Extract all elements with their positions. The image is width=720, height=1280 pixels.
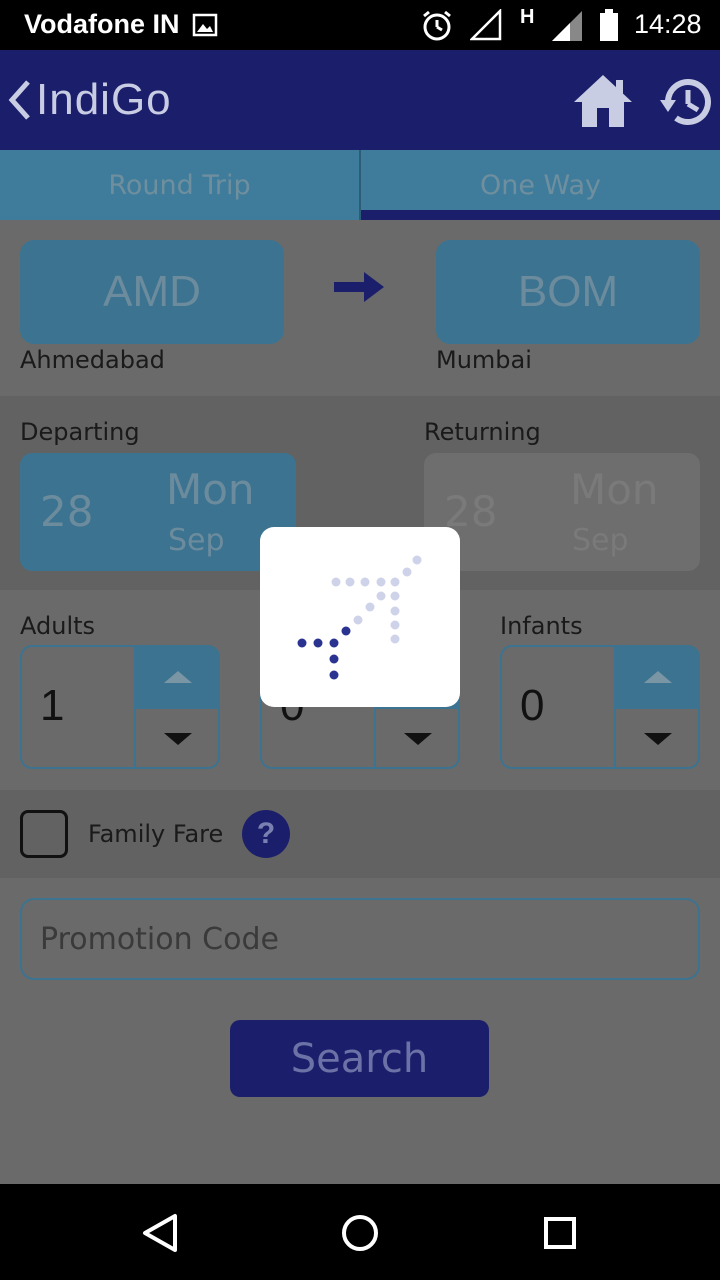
adults-label: Adults xyxy=(20,612,96,640)
chevron-left-icon xyxy=(8,80,30,120)
departing-date-button[interactable]: 28 Mon Sep xyxy=(20,453,296,571)
app-header: IndiGo xyxy=(0,50,720,150)
infants-stepper-controls xyxy=(614,647,698,767)
carrier-name: Vodafone IN xyxy=(24,9,180,39)
tab-round-trip[interactable]: Round Trip xyxy=(0,150,359,220)
loading-dialog xyxy=(260,527,460,707)
children-decrement-button[interactable] xyxy=(376,709,458,767)
clock: 14:28 xyxy=(634,9,702,39)
returning-month: Sep xyxy=(572,523,629,558)
origin-city: Ahmedabad xyxy=(20,346,165,374)
history-button[interactable] xyxy=(658,74,714,130)
selected-tab-indicator xyxy=(361,210,720,220)
app-title: IndiGo xyxy=(36,75,172,124)
home-circle-icon[interactable] xyxy=(335,1208,385,1258)
departing-weekday: Mon xyxy=(166,465,255,514)
infants-decrement-button[interactable] xyxy=(616,709,698,767)
promotion-code-input[interactable]: Promotion Code xyxy=(20,898,700,980)
infants-increment-button[interactable] xyxy=(616,647,698,709)
adults-stepper: 1 xyxy=(20,645,220,769)
search-button[interactable]: Search xyxy=(230,1020,489,1097)
home-icon xyxy=(574,75,632,127)
battery-icon xyxy=(600,9,618,41)
infants-stepper: 0 xyxy=(500,645,700,769)
adults-increment-button[interactable] xyxy=(136,647,218,709)
alarm-icon xyxy=(423,10,451,41)
indigo-logo-loading-icon xyxy=(297,555,422,680)
network-type: H xyxy=(520,6,535,28)
help-icon[interactable]: ? xyxy=(242,810,290,858)
arrow-right-icon xyxy=(334,272,384,302)
destination-airport-button[interactable]: BOM xyxy=(436,240,700,344)
signal-icon xyxy=(552,11,582,41)
signal-empty-icon xyxy=(470,9,502,41)
home-button[interactable] xyxy=(572,72,634,130)
back-button[interactable]: IndiGo xyxy=(8,70,188,130)
adults-value: 1 xyxy=(40,681,65,730)
image-icon xyxy=(192,13,218,37)
origin-airport-button[interactable]: AMD xyxy=(20,240,284,344)
recents-square-icon[interactable] xyxy=(535,1208,585,1258)
infants-label: Infants xyxy=(500,612,583,640)
destination-city: Mumbai xyxy=(436,346,532,374)
status-bar: Vodafone IN H 14:28 xyxy=(0,0,720,50)
returning-date-button[interactable]: 28 Mon Sep xyxy=(424,453,700,571)
back-triangle-icon[interactable] xyxy=(135,1208,185,1258)
family-fare-checkbox[interactable] xyxy=(20,810,68,858)
history-icon xyxy=(660,79,711,125)
departing-month: Sep xyxy=(168,523,225,558)
departing-day: 28 xyxy=(40,487,94,536)
returning-weekday: Mon xyxy=(570,465,659,514)
infants-value: 0 xyxy=(520,681,545,730)
adults-stepper-controls xyxy=(134,647,218,767)
departing-label: Departing xyxy=(20,418,140,446)
adults-decrement-button[interactable] xyxy=(136,709,218,767)
system-nav-bar xyxy=(0,1184,720,1280)
family-fare-label: Family Fare xyxy=(88,820,224,848)
returning-label: Returning xyxy=(424,418,541,446)
